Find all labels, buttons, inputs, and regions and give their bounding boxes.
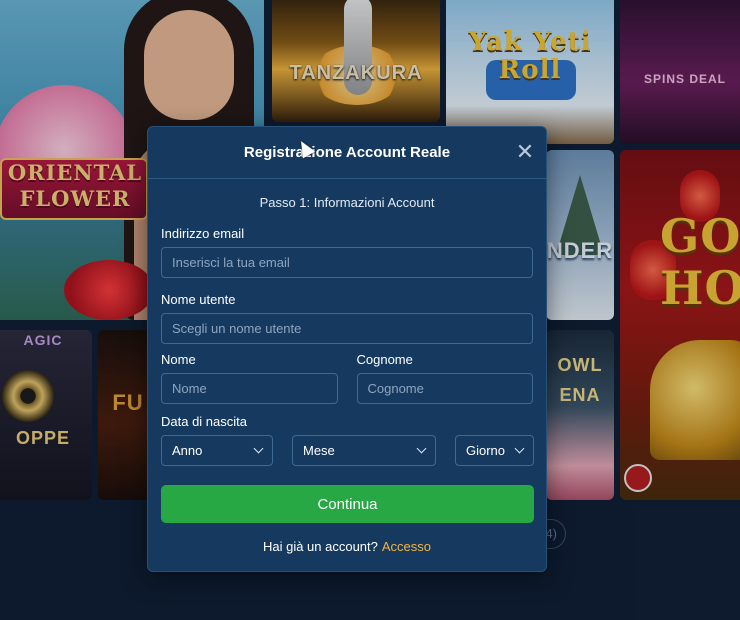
dob-row: Anno Mese Giorno <box>161 435 534 466</box>
registration-form: Indirizzo email Nome utente Nome Cognome… <box>148 226 546 466</box>
modal-title: Registrazione Account Reale <box>243 144 451 161</box>
year-select[interactable]: Anno <box>161 435 273 466</box>
year-select-value: Anno <box>172 443 203 458</box>
username-field[interactable] <box>161 313 533 344</box>
email-label: Indirizzo email <box>161 226 245 241</box>
first-name-group: Nome <box>161 344 338 404</box>
last-name-field[interactable] <box>356 373 533 404</box>
last-name-group: Cognome <box>356 344 533 404</box>
chevron-down-icon <box>253 443 264 454</box>
day-select-value: Giorno <box>466 443 506 458</box>
dob-label: Data di nascita <box>161 414 247 429</box>
login-prompt-text: Hai già un account? <box>262 539 378 554</box>
email-field[interactable] <box>161 247 533 278</box>
username-label: Nome utente <box>161 292 236 307</box>
month-select-value: Mese <box>303 443 335 458</box>
modal-header: Registrazione Account Reale ✕ <box>148 127 546 179</box>
month-select[interactable]: Mese <box>292 435 436 466</box>
first-name-label: Nome <box>161 352 196 367</box>
login-link[interactable]: Accesso <box>382 539 431 554</box>
login-prompt-line: Hai già un account? Accesso <box>148 539 546 554</box>
registration-modal: Registrazione Account Reale ✕ Passo 1: I… <box>147 126 547 572</box>
day-select[interactable]: Giorno <box>455 435 534 466</box>
step-indicator: Passo 1: Informazioni Account <box>259 195 435 210</box>
name-row: Nome Cognome <box>161 344 533 404</box>
last-name-label: Cognome <box>356 352 413 367</box>
chevron-down-icon <box>514 443 525 454</box>
chevron-down-icon <box>416 443 427 454</box>
continue-button[interactable]: Continua <box>161 485 534 523</box>
first-name-field[interactable] <box>161 373 338 404</box>
casino-page: ORIENTAL FLOWER TANZAKURA Yak Yeti Roll … <box>0 0 740 620</box>
close-icon[interactable]: ✕ <box>514 141 536 164</box>
